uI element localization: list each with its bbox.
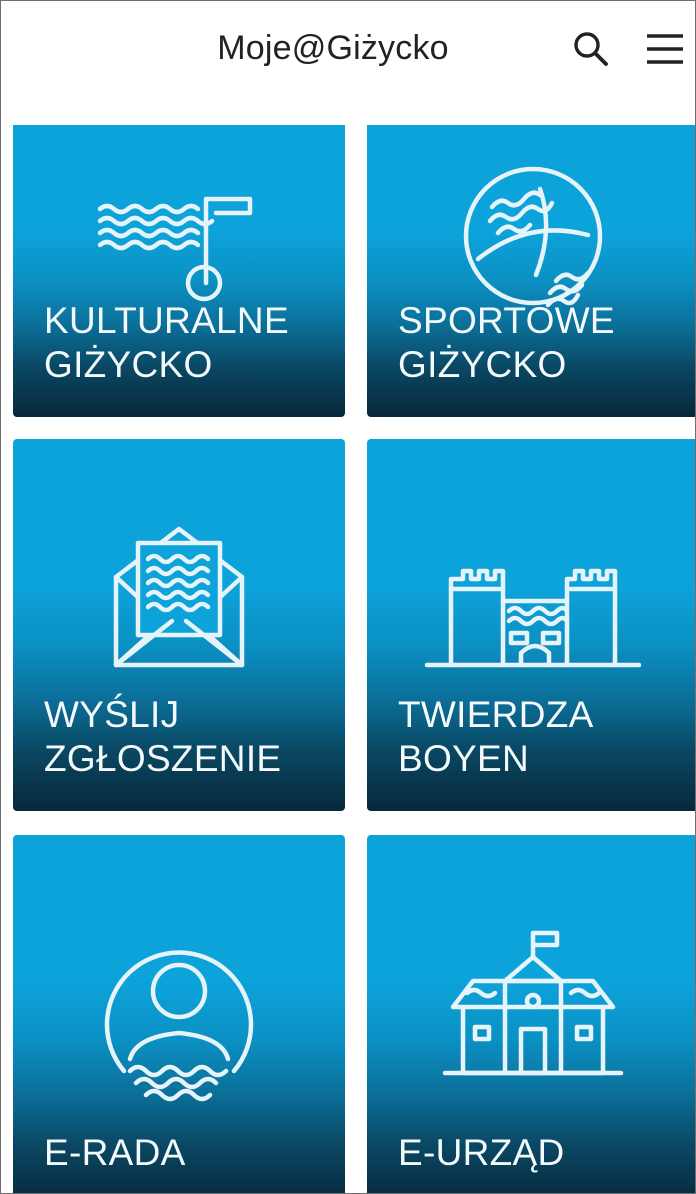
screen: Moje@Giżycko KULTURALNE GIŻYCKO SPORTOWE… xyxy=(0,0,696,1194)
person-circle-icon xyxy=(104,950,254,1102)
tile-label: SPORTOWE GIŻYCKO xyxy=(398,300,615,385)
town-hall-icon xyxy=(442,930,624,1076)
tile-label: E-RADA xyxy=(44,1132,186,1173)
tile-sportowe-gizycko[interactable]: SPORTOWE GIŻYCKO xyxy=(367,111,695,417)
tile-label: WYŚLIJ ZGŁOSZENIE xyxy=(44,694,282,779)
envelope-letter-icon xyxy=(113,526,245,668)
app-title: Moje@Giżycko xyxy=(217,29,449,67)
tile-label: TWIERDZA BOYEN xyxy=(398,694,594,779)
tile-label: KULTURALNE GIŻYCKO xyxy=(44,300,289,385)
waves-music-note-icon xyxy=(97,196,253,302)
hamburger-menu-icon[interactable] xyxy=(643,27,687,71)
tile-e-urzad[interactable]: E-URZĄD xyxy=(367,835,695,1193)
app-bar: Moje@Giżycko xyxy=(1,1,695,125)
tile-kulturalne-gizycko[interactable]: KULTURALNE GIŻYCKO xyxy=(13,111,345,417)
tile-twierdza-boyen[interactable]: TWIERDZA BOYEN xyxy=(367,439,695,811)
tile-label: E-URZĄD xyxy=(398,1132,565,1173)
tile-wyslij-zgloszenie[interactable]: WYŚLIJ ZGŁOSZENIE xyxy=(13,439,345,811)
search-icon[interactable] xyxy=(569,27,613,71)
tile-e-rada[interactable]: E-RADA xyxy=(13,835,345,1193)
